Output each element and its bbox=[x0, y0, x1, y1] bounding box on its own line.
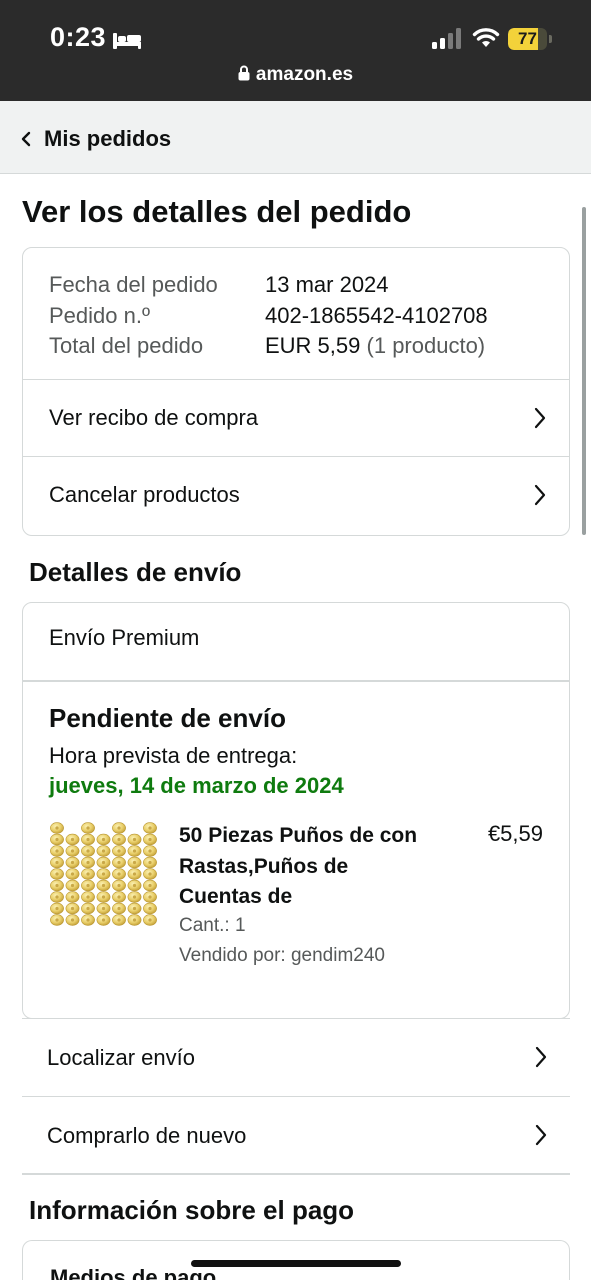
battery-icon: 77 bbox=[508, 28, 552, 50]
payment-section-title: Información sobre el pago bbox=[29, 1195, 355, 1225]
chevron-right-icon bbox=[535, 1124, 547, 1146]
view-receipt-link[interactable]: Ver recibo de compra bbox=[23, 379, 569, 456]
chevron-right-icon bbox=[534, 407, 546, 429]
back-label: Mis pedidos bbox=[44, 126, 172, 151]
buy-again-link[interactable]: Comprarlo de nuevo bbox=[22, 1096, 570, 1174]
divider bbox=[23, 680, 569, 682]
page-title: Ver los detalles del pedido bbox=[22, 194, 412, 229]
order-summary-card: Fecha del pedido 13 mar 2024 Pedido n.º … bbox=[22, 247, 570, 536]
divider bbox=[22, 1173, 570, 1175]
order-item-count: (1 producto) bbox=[366, 333, 486, 358]
order-number-value: 402-1865542-4102708 bbox=[265, 302, 488, 328]
shipping-section-title: Detalles de envío bbox=[29, 557, 242, 587]
product-quantity: Cant.: 1 bbox=[179, 915, 246, 936]
eta-label: Hora prevista de entrega: bbox=[49, 743, 298, 768]
order-date-label: Fecha del pedido bbox=[49, 272, 218, 297]
eta-date: jueves, 14 de marzo de 2024 bbox=[49, 773, 344, 798]
scrollbar[interactable] bbox=[582, 207, 586, 535]
nav-bar: Mis pedidos bbox=[0, 101, 591, 174]
track-package-label: Localizar envío bbox=[47, 1044, 195, 1070]
back-link[interactable]: Mis pedidos bbox=[20, 125, 171, 153]
url-text: amazon.es bbox=[255, 64, 354, 85]
lock-icon bbox=[238, 65, 250, 81]
track-package-link[interactable]: Localizar envío bbox=[22, 1018, 570, 1096]
buy-again-label: Comprarlo de nuevo bbox=[47, 1122, 247, 1148]
product-price: €5,59 bbox=[487, 821, 543, 846]
order-total-label: Total del pedido bbox=[49, 333, 204, 358]
status-bar: 0:23 77 amazon.es bbox=[0, 0, 591, 101]
cancel-products-label: Cancelar productos bbox=[49, 482, 240, 507]
view-receipt-label: Ver recibo de compra bbox=[49, 405, 259, 430]
payment-methods-label: Medios de pago bbox=[50, 1265, 217, 1280]
shipping-card: Envío Premium Pendiente de envío Hora pr… bbox=[22, 602, 570, 1019]
chevron-left-icon bbox=[21, 131, 31, 147]
cancel-products-link[interactable]: Cancelar productos bbox=[23, 456, 569, 533]
product-image[interactable] bbox=[49, 821, 157, 927]
home-indicator[interactable] bbox=[191, 1260, 401, 1267]
chevron-right-icon bbox=[534, 484, 546, 506]
url-bar[interactable]: amazon.es bbox=[0, 64, 591, 86]
shipping-status: Pendiente de envío bbox=[49, 703, 286, 733]
order-summary: Fecha del pedido 13 mar 2024 Pedido n.º … bbox=[49, 270, 488, 362]
product-seller: Vendido por: gendim240 bbox=[179, 945, 385, 966]
status-time: 0:23 bbox=[50, 22, 107, 52]
cellular-signal-icon bbox=[432, 28, 461, 49]
shipping-type: Envío Premium bbox=[49, 625, 200, 650]
bed-icon bbox=[113, 33, 141, 49]
wifi-icon bbox=[472, 28, 500, 47]
order-total-value: EUR 5,59 bbox=[265, 333, 361, 358]
order-date-value: 13 mar 2024 bbox=[265, 272, 389, 297]
chevron-right-icon bbox=[535, 1046, 547, 1068]
product-title[interactable]: 50 Piezas Puños de con Rastas,Puños de C… bbox=[179, 821, 429, 913]
order-number-label: Pedido n.º bbox=[49, 302, 150, 328]
